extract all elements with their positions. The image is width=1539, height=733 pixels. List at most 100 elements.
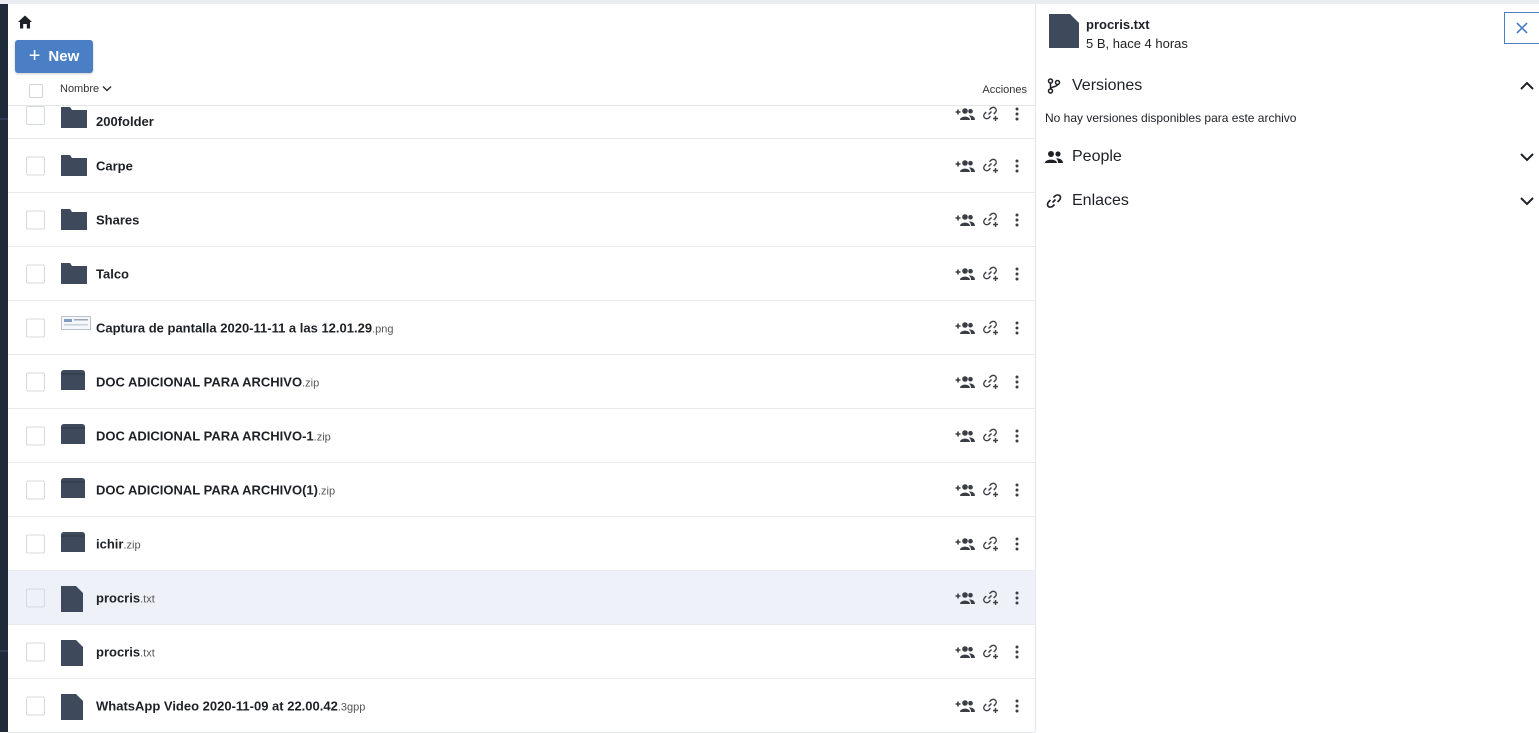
row-checkbox[interactable] <box>26 106 45 125</box>
file-row[interactable]: procris.txt <box>8 571 1035 625</box>
file-extension: .png <box>372 323 394 335</box>
add-link-icon[interactable] <box>981 210 1001 230</box>
row-checkbox[interactable] <box>26 264 45 283</box>
more-actions-icon[interactable] <box>1007 372 1027 392</box>
file-basename: procris <box>96 590 141 605</box>
add-link-icon[interactable] <box>981 480 1001 500</box>
add-link-icon[interactable] <box>981 534 1001 554</box>
share-people-icon[interactable] <box>955 372 975 392</box>
file-icon <box>61 639 87 666</box>
more-actions-icon[interactable] <box>1007 534 1027 554</box>
file-name[interactable]: DOC ADICIONAL PARA ARCHIVO(1).zip <box>96 482 335 497</box>
share-people-icon[interactable] <box>955 642 975 662</box>
links-label: Enlaces <box>1072 192 1129 209</box>
row-actions <box>955 588 1027 608</box>
file-row[interactable]: Captura de pantalla 2020-11-11 a las 12.… <box>8 301 1035 355</box>
file-row[interactable]: DOC ADICIONAL PARA ARCHIVO-1.zip <box>8 409 1035 463</box>
row-checkbox[interactable] <box>26 426 45 445</box>
file-row[interactable]: ichir.zip <box>8 517 1035 571</box>
add-link-icon[interactable] <box>981 318 1001 338</box>
row-actions <box>955 426 1027 446</box>
file-name[interactable]: Carpe <box>96 158 133 173</box>
add-link-icon[interactable] <box>981 372 1001 392</box>
file-name[interactable]: DOC ADICIONAL PARA ARCHIVO-1.zip <box>96 428 331 443</box>
add-link-icon[interactable] <box>981 156 1001 176</box>
share-people-icon[interactable] <box>955 156 975 176</box>
file-basename: procris <box>96 644 141 659</box>
home-icon[interactable] <box>17 14 33 30</box>
close-sidebar-button[interactable] <box>1504 12 1539 44</box>
file-name[interactable]: Talco <box>96 266 129 281</box>
versions-accordion[interactable]: Versiones <box>1045 74 1539 98</box>
file-name[interactable]: ichir.zip <box>96 536 141 551</box>
share-people-icon[interactable] <box>955 426 975 446</box>
row-actions <box>955 264 1027 284</box>
more-actions-icon[interactable] <box>1007 696 1027 716</box>
row-checkbox[interactable] <box>26 642 45 661</box>
more-actions-icon[interactable] <box>1007 480 1027 500</box>
share-people-icon[interactable] <box>955 264 975 284</box>
file-name[interactable]: procris.txt <box>96 644 155 659</box>
file-extension: .txt <box>140 647 155 659</box>
file-extension: .zip <box>302 377 320 389</box>
more-actions-icon[interactable] <box>1007 264 1027 284</box>
details-title: procris.txt <box>1086 17 1150 32</box>
archive-icon <box>61 369 87 394</box>
versions-empty-text: No hay versiones disponibles para este a… <box>1045 111 1297 125</box>
file-row[interactable]: Talco <box>8 247 1035 301</box>
file-name[interactable]: WhatsApp Video 2020-11-09 at 22.00.42.3g… <box>96 698 365 713</box>
file-row[interactable]: Carpe <box>8 139 1035 193</box>
more-actions-icon[interactable] <box>1007 156 1027 176</box>
share-people-icon[interactable] <box>955 480 975 500</box>
more-actions-icon[interactable] <box>1007 318 1027 338</box>
sort-by-name[interactable]: Nombre <box>60 83 112 95</box>
people-accordion[interactable]: People <box>1045 145 1539 169</box>
close-icon <box>1516 22 1528 34</box>
file-row[interactable]: Shares <box>8 193 1035 247</box>
file-name[interactable]: Captura de pantalla 2020-11-11 a las 12.… <box>96 320 393 335</box>
add-link-icon[interactable] <box>981 588 1001 608</box>
share-people-icon[interactable] <box>955 588 975 608</box>
add-link-icon[interactable] <box>981 264 1001 284</box>
add-link-icon[interactable] <box>981 104 1001 124</box>
file-list: 200folder Carpe Shares Talco Captura de pant… <box>8 106 1035 733</box>
row-checkbox[interactable] <box>26 696 45 715</box>
file-name[interactable]: Shares <box>96 212 139 227</box>
more-actions-icon[interactable] <box>1007 426 1027 446</box>
add-link-icon[interactable] <box>981 642 1001 662</box>
file-row[interactable]: 200folder <box>8 106 1035 139</box>
row-actions <box>955 210 1027 230</box>
share-people-icon[interactable] <box>955 534 975 554</box>
more-actions-icon[interactable] <box>1007 588 1027 608</box>
add-link-icon[interactable] <box>981 426 1001 446</box>
row-checkbox[interactable] <box>26 480 45 499</box>
row-actions <box>955 642 1027 662</box>
more-actions-icon[interactable] <box>1007 210 1027 230</box>
file-row[interactable]: DOC ADICIONAL PARA ARCHIVO.zip <box>8 355 1035 409</box>
file-name[interactable]: DOC ADICIONAL PARA ARCHIVO.zip <box>96 374 319 389</box>
new-button[interactable]: + New <box>15 40 93 73</box>
more-actions-icon[interactable] <box>1007 642 1027 662</box>
select-all-checkbox[interactable] <box>29 84 43 98</box>
row-checkbox[interactable] <box>26 318 45 337</box>
chevron-down-icon <box>102 85 112 92</box>
share-people-icon[interactable] <box>955 696 975 716</box>
more-actions-icon[interactable] <box>1007 104 1027 124</box>
share-people-icon[interactable] <box>955 210 975 230</box>
row-checkbox[interactable] <box>26 372 45 391</box>
file-row[interactable]: procris.txt <box>8 625 1035 679</box>
share-people-icon[interactable] <box>955 104 975 124</box>
file-name[interactable]: 200folder <box>96 114 154 129</box>
links-accordion[interactable]: Enlaces <box>1045 189 1539 213</box>
row-checkbox[interactable] <box>26 156 45 175</box>
row-checkbox[interactable] <box>26 588 45 607</box>
row-checkbox[interactable] <box>26 210 45 229</box>
file-row[interactable]: WhatsApp Video 2020-11-09 at 22.00.42.3g… <box>8 679 1035 733</box>
row-checkbox[interactable] <box>26 534 45 553</box>
file-extension: .zip <box>317 485 336 497</box>
file-name[interactable]: procris.txt <box>96 590 155 605</box>
file-row[interactable]: DOC ADICIONAL PARA ARCHIVO(1).zip <box>8 463 1035 517</box>
archive-icon <box>61 531 87 556</box>
share-people-icon[interactable] <box>955 318 975 338</box>
add-link-icon[interactable] <box>981 696 1001 716</box>
